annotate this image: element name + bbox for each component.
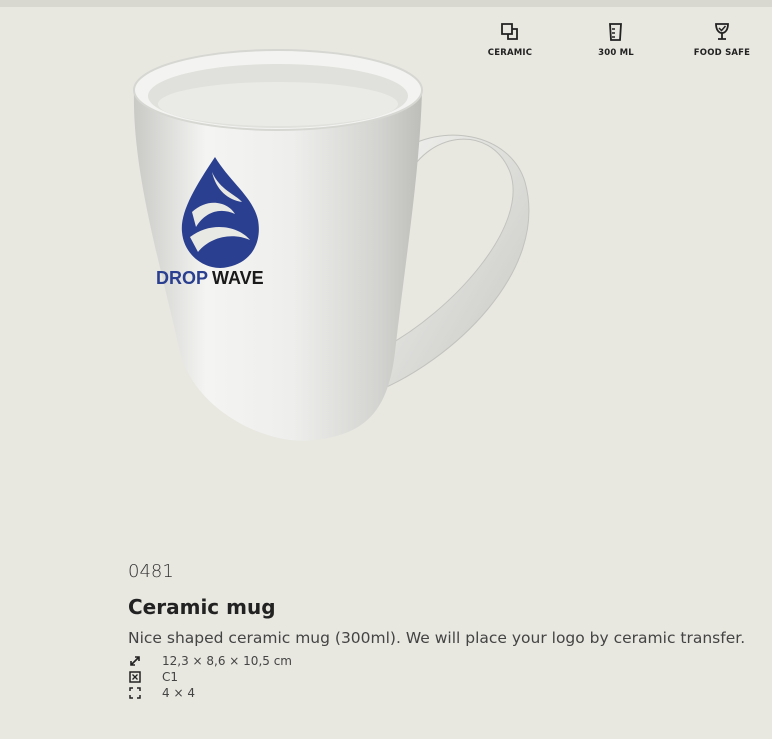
product-image: DROP WAVE	[120, 22, 540, 452]
food-safe-icon	[715, 23, 729, 40]
logo-text-left: DROP	[156, 268, 208, 288]
feature-food-safe: FOOD SAFE	[677, 22, 767, 58]
spec-print-method: C1	[128, 669, 748, 685]
dimensions-icon	[128, 654, 142, 668]
spec-value: 4 × 4	[162, 686, 195, 700]
volume-icon	[609, 23, 622, 41]
product-info: 0481 Ceramic mug Nice shaped ceramic mug…	[128, 560, 748, 701]
print-area-icon	[128, 686, 142, 700]
print-method-icon	[128, 670, 142, 684]
spec-dimensions: 12,3 × 8,6 × 10,5 cm	[128, 653, 748, 669]
feature-volume: 300 ML	[571, 22, 661, 58]
spec-print-area: 4 × 4	[128, 685, 748, 701]
product-code: 0481	[128, 561, 174, 582]
top-bar	[0, 0, 772, 7]
product-specs: 12,3 × 8,6 × 10,5 cm C1 4 × 4	[128, 653, 748, 701]
product-description: Nice shaped ceramic mug (300ml). We will…	[128, 629, 746, 647]
spec-value: 12,3 × 8,6 × 10,5 cm	[162, 654, 292, 668]
logo-text-right: WAVE	[212, 268, 264, 288]
feature-label: FOOD SAFE	[693, 48, 751, 58]
product-title: Ceramic mug	[128, 595, 276, 619]
spec-value: C1	[162, 670, 179, 684]
feature-label: 300 ML	[598, 48, 634, 58]
